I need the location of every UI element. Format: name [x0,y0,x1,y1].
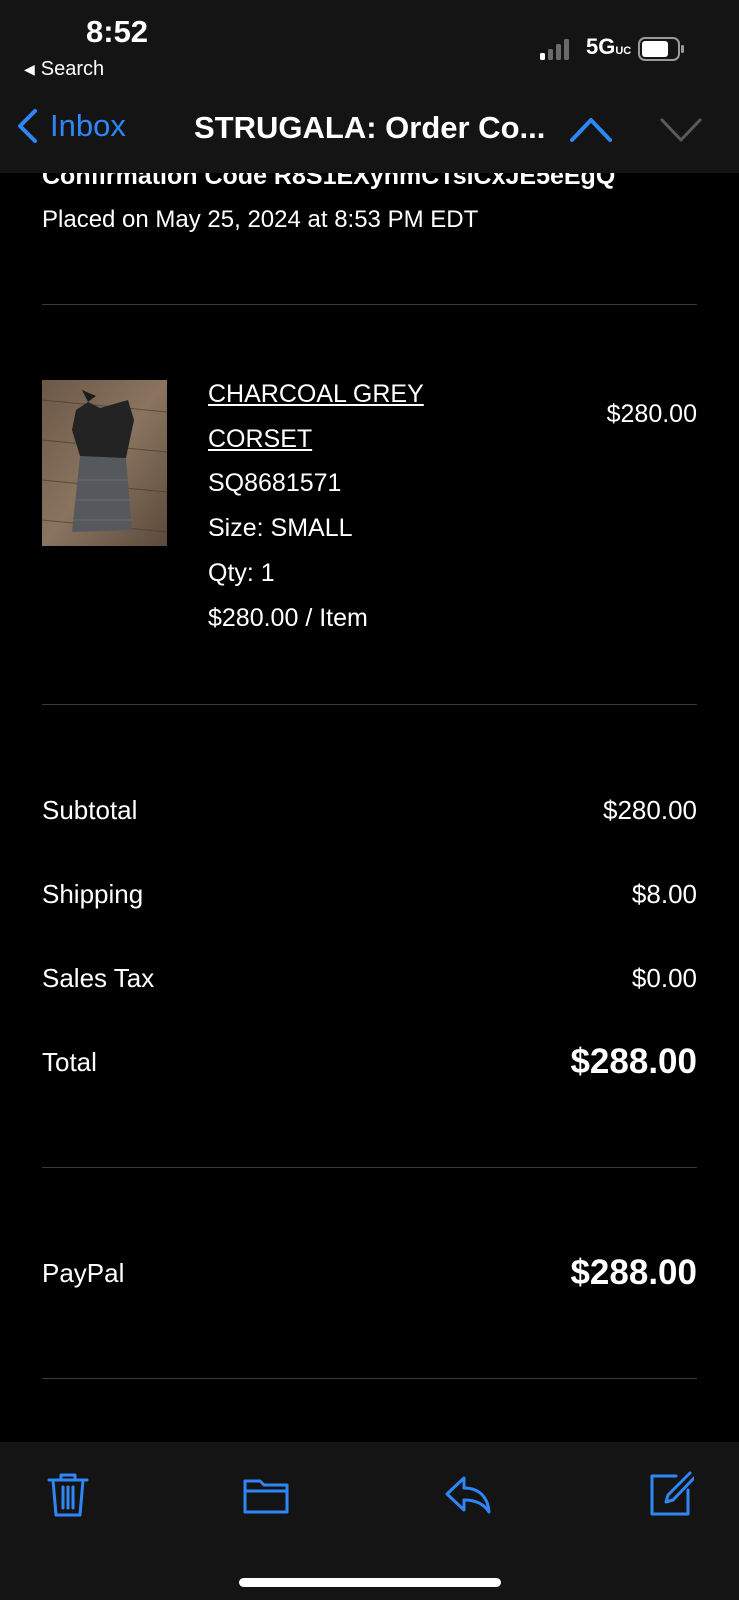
inbox-label: Inbox [50,108,126,143]
divider [42,304,697,305]
total-value: $288.00 [570,1042,697,1081]
divider [42,1167,697,1168]
network-label: 5G [586,34,616,59]
divider [42,1378,697,1379]
sales-tax-label: Sales Tax [42,963,155,993]
product-unit-price: $280.00 / Item [208,604,368,632]
product-price: $280.00 [606,400,697,428]
product-thumbnail[interactable] [42,380,167,546]
chevron-left-icon [18,109,37,143]
network-sup: UC [615,45,632,57]
header-bar: 8:52 ◀ Search 5GUC Inbox STRUGALA: Order… [0,0,739,173]
product-qty: Qty: 1 [208,559,275,587]
email-subject-title: STRUGALA: Order Co... [194,110,546,145]
subtotal-label: Subtotal [42,795,138,825]
next-message-button[interactable] [656,110,706,146]
shipping-value: $8.00 [631,879,697,909]
folder-icon[interactable] [242,1470,290,1518]
battery-icon [638,37,684,61]
trash-icon[interactable] [44,1470,92,1518]
previous-message-button[interactable] [566,110,616,146]
order-placed-date: Placed on May 25, 2024 at 8:53 PM EDT [42,206,479,233]
divider [42,704,697,705]
shipping-label: Shipping [42,879,144,909]
subtotal-value: $280.00 [603,795,697,825]
payment-method: PayPal [42,1258,125,1288]
home-indicator[interactable] [239,1578,501,1587]
back-to-search-link[interactable]: ◀ Search [24,58,104,81]
back-search-label: Search [40,58,105,80]
product-size: Size: SMALL [208,514,353,542]
reply-icon[interactable] [444,1470,492,1518]
total-label: Total [42,1047,97,1077]
back-triangle-icon: ◀ [24,61,35,77]
product-sku: SQ8681571 [208,469,342,497]
compose-icon[interactable] [646,1470,694,1518]
bottom-toolbar [0,1442,739,1600]
product-name-link[interactable]: CHARCOAL GREY CORSET [208,372,424,462]
signal-icon [540,38,569,60]
network-indicator: 5GUC [586,34,631,60]
sales-tax-value: $0.00 [631,963,697,993]
payment-amount: $288.00 [570,1253,697,1292]
product-name-line1: CHARCOAL GREY [208,380,424,408]
status-time: 8:52 [86,14,149,49]
inbox-back-button[interactable]: Inbox [16,108,126,144]
product-name-line2: CORSET [208,425,313,453]
